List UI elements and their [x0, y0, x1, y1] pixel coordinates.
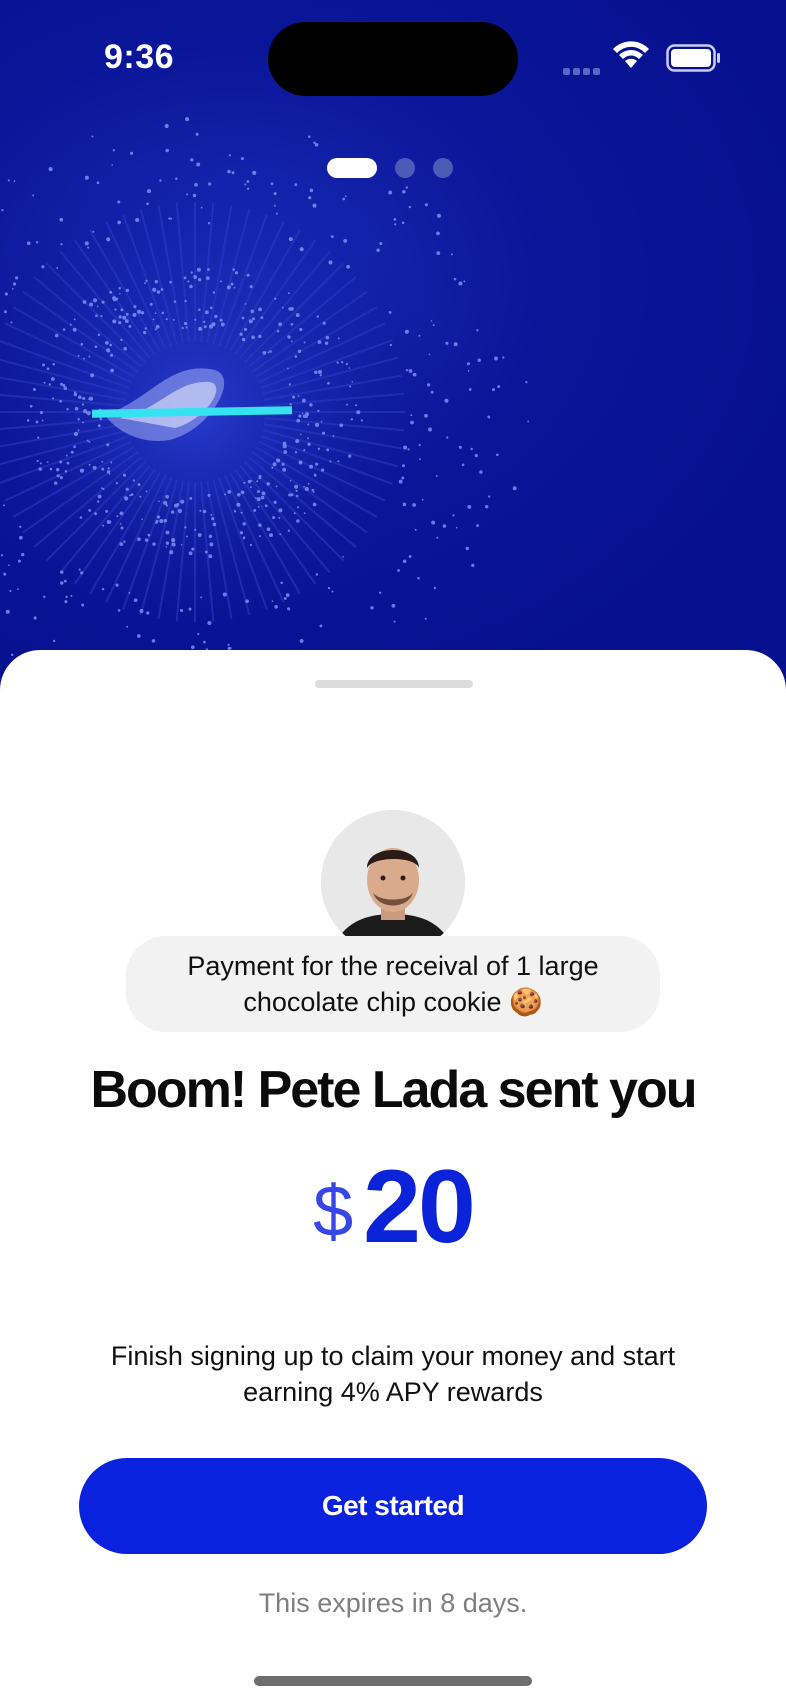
- wifi-icon: [613, 41, 649, 68]
- dynamic-island: [268, 22, 518, 96]
- sheet-grabber[interactable]: [315, 680, 473, 688]
- avatar-portrait: [321, 810, 465, 954]
- amount-display: $20: [0, 1148, 786, 1267]
- page-dot-3[interactable]: [433, 158, 453, 178]
- expiry-notice: This expires in 8 days.: [258, 1588, 528, 1618]
- currency-symbol: $: [313, 1172, 354, 1252]
- bottom-sheet: Payment for the receival of 1 large choc…: [0, 650, 786, 1704]
- page-indicator: [327, 158, 453, 178]
- sender-avatar: [321, 810, 465, 954]
- cellular-signal-icon: [563, 62, 603, 80]
- swirl-animation-graphic: [0, 117, 530, 660]
- home-indicator[interactable]: [254, 1676, 532, 1686]
- payment-memo-text: Payment for the receival of 1 large choc…: [187, 951, 599, 1017]
- status-bar: 9:36: [0, 0, 786, 120]
- page-title: Boom! Pete Lada sent you: [90, 1061, 698, 1119]
- get-started-button[interactable]: Get started: [79, 1458, 707, 1554]
- claim-description: Finish signing up to claim your money an…: [110, 1341, 676, 1407]
- hero-animation-area: 9:36: [0, 0, 786, 700]
- battery-icon: [666, 44, 720, 72]
- page-dot-2[interactable]: [395, 158, 415, 178]
- amount-value: 20: [363, 1149, 476, 1265]
- status-time: 9:36: [104, 38, 175, 76]
- payment-memo: Payment for the receival of 1 large choc…: [126, 936, 660, 1032]
- page-dot-1[interactable]: [327, 158, 377, 178]
